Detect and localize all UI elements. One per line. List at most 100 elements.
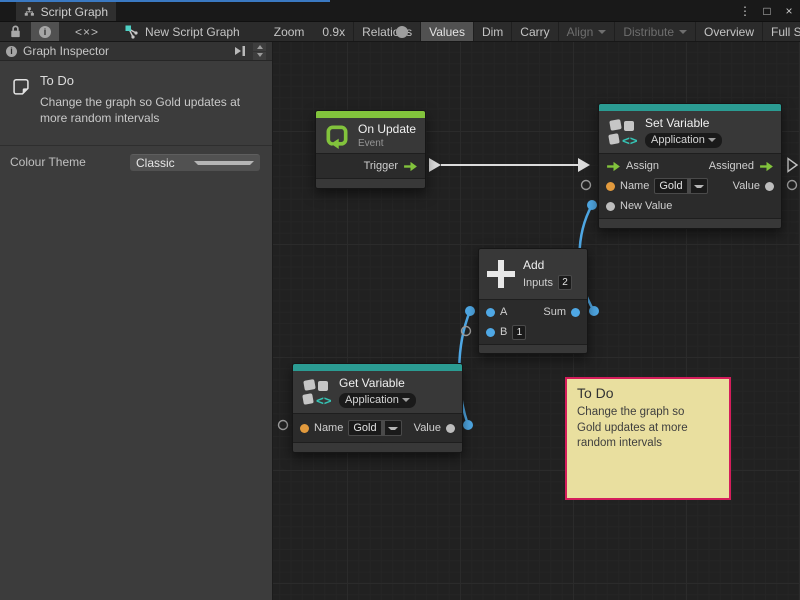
inputs-count-field[interactable]: 2 bbox=[558, 275, 572, 290]
get-variable-name-port[interactable] bbox=[279, 421, 288, 430]
node-get-variable[interactable]: <> Get Variable Application Name Gold bbox=[292, 363, 463, 453]
script-graph-window: Script Graph ⋮ □ × i <×> bbox=[0, 0, 800, 600]
flow-arrow-icon[interactable] bbox=[759, 161, 774, 172]
value-port-dot[interactable] bbox=[765, 182, 774, 191]
new-graph-icon bbox=[125, 25, 139, 39]
info-icon: i bbox=[6, 46, 17, 57]
panel-scroll-buttons bbox=[253, 43, 266, 60]
add-a-port-connected[interactable] bbox=[465, 306, 475, 316]
a-port-label: A bbox=[500, 306, 507, 318]
new-value-port-dot[interactable] bbox=[606, 202, 615, 211]
overview-button[interactable]: Overview bbox=[695, 22, 762, 41]
title-bar: Script Graph ⋮ □ × bbox=[0, 0, 800, 21]
colour-theme-label: Colour Theme bbox=[10, 155, 130, 169]
scroll-up-button[interactable] bbox=[253, 43, 266, 51]
divider bbox=[687, 179, 691, 193]
node-add[interactable]: Add Inputs 2 A Sum B bbox=[478, 248, 588, 354]
tab-script-graph[interactable]: Script Graph bbox=[16, 2, 116, 21]
variable-icon: <> bbox=[301, 378, 331, 406]
flow-arrow-icon[interactable] bbox=[606, 161, 621, 172]
flow-wire-source-arrow[interactable] bbox=[429, 158, 441, 172]
b-value-field[interactable]: 1 bbox=[512, 325, 526, 340]
sum-port-label: Sum bbox=[543, 306, 566, 318]
inspector-header: i Graph Inspector bbox=[0, 42, 272, 61]
node-color-bar bbox=[316, 111, 425, 118]
flow-wire-head-arrow bbox=[578, 158, 590, 172]
name-port-dot[interactable] bbox=[606, 182, 615, 191]
graph-hierarchy-icon bbox=[24, 5, 35, 18]
relations-button[interactable]: Relations bbox=[353, 22, 420, 41]
node-title: Get Variable bbox=[339, 376, 416, 390]
b-port-dot[interactable] bbox=[486, 328, 495, 337]
lock-button[interactable] bbox=[0, 22, 31, 41]
scroll-down-button[interactable] bbox=[253, 52, 266, 60]
full-screen-button[interactable]: Full S bbox=[762, 22, 800, 41]
node-footer bbox=[599, 219, 781, 228]
set-variable-newvalue-port-connected[interactable] bbox=[587, 200, 597, 210]
zoom-value: 0.9x bbox=[320, 22, 353, 41]
graph-canvas[interactable]: On Update Event Trigger bbox=[273, 42, 800, 600]
value-port-dot[interactable] bbox=[446, 424, 455, 433]
sticky-note[interactable]: To Do Change the graph so Gold updates a… bbox=[565, 377, 731, 500]
variable-name-dropdown[interactable]: Gold bbox=[348, 420, 401, 436]
flow-arrow-icon[interactable] bbox=[403, 161, 418, 172]
sticky-note-title: To Do bbox=[577, 385, 719, 401]
svg-text:<>: <> bbox=[316, 394, 331, 406]
inspector-toggle-button[interactable]: i bbox=[31, 22, 59, 41]
dock-panel-icon[interactable] bbox=[233, 45, 247, 57]
sum-port-dot[interactable] bbox=[571, 308, 580, 317]
chevron-down-icon bbox=[194, 161, 255, 169]
set-variable-name-port[interactable] bbox=[582, 181, 591, 190]
node-footer bbox=[316, 179, 425, 188]
carry-button[interactable]: Carry bbox=[511, 22, 557, 41]
inputs-label: Inputs bbox=[523, 277, 553, 289]
chevron-down-icon bbox=[402, 398, 410, 406]
assign-port-label: Assign bbox=[626, 160, 659, 172]
node-title: Add bbox=[523, 258, 572, 272]
a-port-dot[interactable] bbox=[486, 308, 495, 317]
inspector-title: Graph Inspector bbox=[23, 44, 227, 58]
set-variable-assigned-port[interactable] bbox=[788, 159, 797, 172]
align-dropdown[interactable]: Align bbox=[558, 22, 615, 41]
chevron-down-icon bbox=[708, 138, 716, 146]
variable-scope-dropdown[interactable]: Application bbox=[339, 393, 416, 408]
distribute-dropdown[interactable]: Distribute bbox=[614, 22, 695, 41]
colour-theme-row: Colour Theme Classic bbox=[0, 146, 272, 171]
divider bbox=[381, 421, 385, 435]
variable-name-dropdown[interactable]: Gold bbox=[654, 178, 707, 194]
window-menu-button[interactable]: ⋮ bbox=[738, 4, 752, 18]
node-footer bbox=[293, 443, 462, 452]
get-variable-value-port-connected[interactable] bbox=[463, 420, 473, 430]
node-footer bbox=[479, 345, 587, 353]
sticky-note-text: Change the graph so Gold updates at more… bbox=[577, 405, 699, 452]
new-script-graph-button[interactable]: New Script Graph bbox=[115, 22, 250, 41]
colour-theme-dropdown[interactable]: Classic bbox=[130, 154, 260, 171]
dim-button[interactable]: Dim bbox=[473, 22, 511, 41]
zoom-label: Zoom bbox=[266, 22, 305, 41]
node-on-update[interactable]: On Update Event Trigger bbox=[315, 110, 426, 189]
tab-label: Script Graph bbox=[41, 5, 108, 19]
chevron-down-icon bbox=[388, 427, 398, 433]
zoom-slider-handle[interactable] bbox=[396, 26, 408, 38]
chevron-down-icon bbox=[694, 185, 704, 191]
values-button[interactable]: Values bbox=[420, 22, 473, 41]
new-graph-label: New Script Graph bbox=[145, 25, 240, 39]
add-plus-icon bbox=[487, 260, 515, 288]
node-color-bar bbox=[599, 104, 781, 111]
variable-icon: <> bbox=[607, 118, 637, 146]
set-variable-value-port[interactable] bbox=[788, 181, 797, 190]
window-maximize-button[interactable]: □ bbox=[760, 4, 774, 18]
info-icon: i bbox=[39, 26, 51, 38]
trigger-port-label: Trigger bbox=[364, 160, 398, 172]
name-port-dot[interactable] bbox=[300, 424, 309, 433]
variable-scope-dropdown[interactable]: Application bbox=[645, 133, 722, 148]
add-sum-port-connected[interactable] bbox=[589, 306, 599, 316]
value-port-label: Value bbox=[414, 422, 441, 434]
new-value-port-label: New Value bbox=[620, 200, 672, 212]
inspector-note-summary: To Do Change the graph so Gold updates a… bbox=[0, 61, 272, 137]
node-set-variable[interactable]: <> Set Variable Application Assign bbox=[598, 103, 782, 229]
variable-name-value: Gold bbox=[353, 422, 380, 434]
edit-script-button[interactable]: <×> bbox=[59, 22, 115, 41]
graph-inspector-panel: i Graph Inspector To Do Change the graph… bbox=[0, 42, 273, 600]
window-close-button[interactable]: × bbox=[782, 4, 796, 18]
